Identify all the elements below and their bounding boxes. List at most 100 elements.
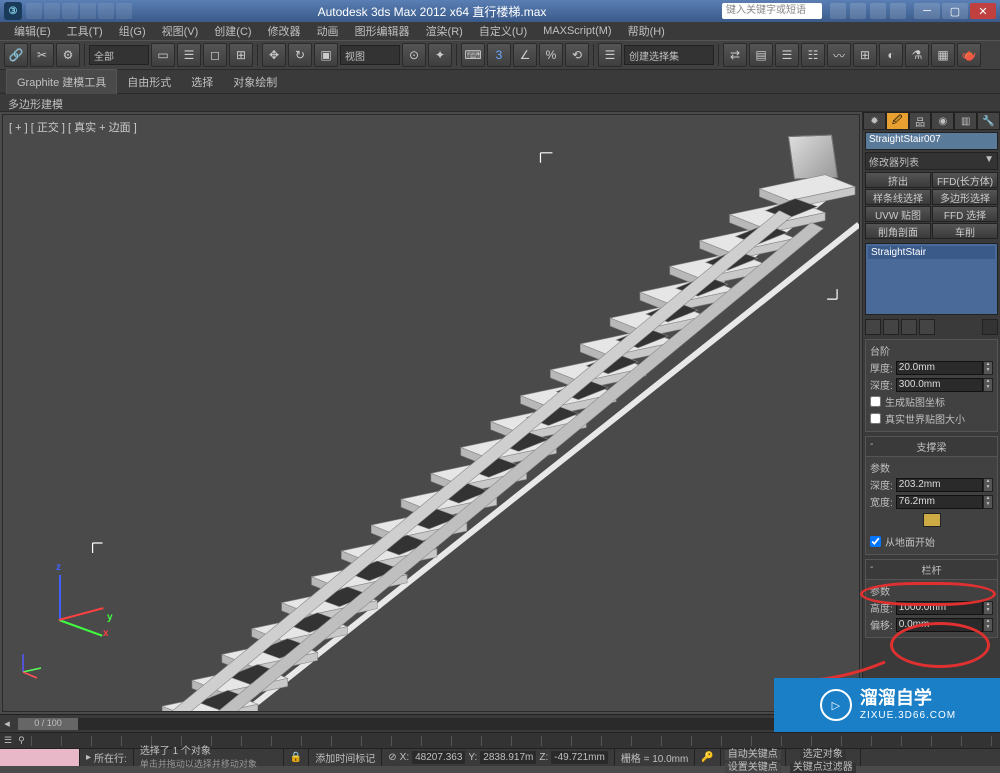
manip-icon[interactable]: ✦ <box>428 43 452 67</box>
minimize-button[interactable]: ─ <box>914 3 940 19</box>
link-icon[interactable]: 🔗 <box>4 43 28 67</box>
menu-animation[interactable]: 动画 <box>309 23 347 39</box>
pin-stack-icon[interactable] <box>865 319 881 335</box>
selectname-icon[interactable]: ☰ <box>177 43 201 67</box>
modifier-list-dropdown[interactable]: 修改器列表▼ <box>865 152 998 170</box>
app-logo[interactable]: ③ <box>4 2 22 20</box>
favorites-icon[interactable] <box>870 3 886 19</box>
menu-edit[interactable]: 编辑(E) <box>6 23 59 39</box>
mod-ffdbox[interactable]: FFD(长方体) <box>932 172 998 188</box>
qat-redo-icon[interactable] <box>98 3 114 19</box>
ribbon-tab-paint[interactable]: 对象绘制 <box>223 70 287 94</box>
spinner-icon[interactable]: ▲▼ <box>983 361 993 375</box>
pctsnap-icon[interactable]: % <box>539 43 563 67</box>
mod-polysel[interactable]: 多边形选择 <box>932 189 998 205</box>
configure-icon[interactable] <box>982 319 998 335</box>
mod-uvwmap[interactable]: UVW 贴图 <box>865 206 931 222</box>
lock-selection-icon[interactable]: 🔒 <box>284 749 309 766</box>
search-input[interactable]: 键入关键字或短语 <box>722 3 822 19</box>
bind-icon[interactable]: ⚙ <box>56 43 80 67</box>
rollout-rail-header[interactable]: 栏杆 <box>866 560 997 580</box>
refcoord-dropdown[interactable]: 视图 <box>340 45 400 65</box>
editnamedsel-icon[interactable]: ☰ <box>598 43 622 67</box>
key-filter[interactable]: 关键点过滤器 <box>790 763 856 773</box>
tab-hierarchy-icon[interactable]: 品 <box>909 112 932 130</box>
coord-x[interactable]: 48207.363 <box>412 751 465 764</box>
mod-ffdsel[interactable]: FFD 选择 <box>932 206 998 222</box>
time-tag-icon[interactable]: 🔑 <box>695 749 720 766</box>
coord-z[interactable]: -49.721mm <box>551 751 608 764</box>
trackbar-toggle-icon[interactable]: ☰ <box>4 735 12 746</box>
isolate-icon[interactable]: ⊘ <box>388 752 396 763</box>
tab-utilities-icon[interactable]: 🔧 <box>977 112 1000 130</box>
beam-depth-input[interactable] <box>896 478 983 492</box>
trackbar-filter-icon[interactable]: ⚲ <box>18 735 25 746</box>
rail-offset-input[interactable] <box>896 618 983 632</box>
menu-create[interactable]: 创建(C) <box>206 23 259 39</box>
menu-grapheditors[interactable]: 图形编辑器 <box>347 23 418 39</box>
unlink-icon[interactable]: ✂ <box>30 43 54 67</box>
maxscript-mini[interactable]: ▸ 所在行: <box>80 749 134 766</box>
qat-save-icon[interactable] <box>62 3 78 19</box>
stack-item-straightstair[interactable]: StraightStair <box>868 246 995 259</box>
ribbon-tab-graphite[interactable]: Graphite 建模工具 <box>6 69 117 94</box>
qat-new-icon[interactable] <box>26 3 42 19</box>
layers-icon[interactable]: ☰ <box>775 43 799 67</box>
mirror-icon[interactable]: ⇄ <box>723 43 747 67</box>
unique-icon[interactable] <box>901 319 917 335</box>
rollout-beam-header[interactable]: 支撑梁 <box>866 437 997 457</box>
viewport[interactable]: [ + ] [ 正交 ] [ 真实 + 边面 ] z y x <box>2 114 860 712</box>
keymode-icon[interactable]: ⌨ <box>461 43 485 67</box>
addtime-tag[interactable]: 添加时间标记 <box>309 749 382 766</box>
select-icon[interactable]: ▭ <box>151 43 175 67</box>
schematic-icon[interactable]: ⊞ <box>853 43 877 67</box>
renderframe-icon[interactable]: ▦ <box>931 43 955 67</box>
menu-render[interactable]: 渲染(R) <box>418 23 471 39</box>
spinnersnap-icon[interactable]: ⟲ <box>565 43 589 67</box>
menu-modifiers[interactable]: 修改器 <box>260 23 309 39</box>
trackbar-ticks[interactable] <box>31 736 996 746</box>
close-button[interactable]: ✕ <box>970 3 996 19</box>
mod-extrude[interactable]: 挤出 <box>865 172 931 188</box>
remove-mod-icon[interactable] <box>919 319 935 335</box>
beam-color-swatch[interactable] <box>923 513 941 527</box>
object-name-field[interactable]: StraightStair007 <box>865 132 998 150</box>
coord-y[interactable]: 2838.917m <box>480 751 536 764</box>
from-ground-checkbox[interactable] <box>870 536 881 547</box>
selectrect-icon[interactable]: ◻ <box>203 43 227 67</box>
matedit-icon[interactable]: ◐ <box>879 43 903 67</box>
realworld-checkbox[interactable] <box>870 413 881 424</box>
menu-help[interactable]: 帮助(H) <box>620 23 673 39</box>
qat-undo-icon[interactable] <box>80 3 96 19</box>
show-end-icon[interactable] <box>883 319 899 335</box>
script-listener[interactable] <box>0 749 80 766</box>
menu-view[interactable]: 视图(V) <box>154 23 207 39</box>
tab-display-icon[interactable]: ▥ <box>954 112 977 130</box>
spinner-icon[interactable]: ▲▼ <box>983 618 993 632</box>
menu-maxscript[interactable]: MAXScript(M) <box>535 25 619 37</box>
selection-filter[interactable]: 全部 <box>89 45 149 65</box>
named-selection-set[interactable]: 创建选择集 <box>624 45 714 65</box>
ribbon-tab-freeform[interactable]: 自由形式 <box>117 70 181 94</box>
menu-group[interactable]: 组(G) <box>111 23 154 39</box>
curveeditor-icon[interactable]: 〰 <box>827 43 851 67</box>
step-depth-input[interactable] <box>896 378 983 392</box>
move-icon[interactable]: ✥ <box>262 43 286 67</box>
tab-motion-icon[interactable]: ◉ <box>931 112 954 130</box>
menu-customize[interactable]: 自定义(U) <box>471 23 535 39</box>
qat-open-icon[interactable] <box>44 3 60 19</box>
mod-splinesel[interactable]: 样条线选择 <box>865 189 931 205</box>
window-crossing-icon[interactable]: ⊞ <box>229 43 253 67</box>
snap-icon[interactable]: 3 <box>487 43 511 67</box>
rail-height-input[interactable] <box>896 601 983 615</box>
tab-modify-icon[interactable]: 🖉 <box>886 112 909 130</box>
angsnap-icon[interactable]: ∠ <box>513 43 537 67</box>
beam-width-input[interactable] <box>896 495 983 509</box>
pivot-icon[interactable]: ⊙ <box>402 43 426 67</box>
spinner-icon[interactable]: ▲▼ <box>983 495 993 509</box>
mod-bevelprofile[interactable]: 削角剖面 <box>865 223 931 239</box>
spinner-icon[interactable]: ▲▼ <box>983 601 993 615</box>
help-icon[interactable] <box>890 3 906 19</box>
scale-icon[interactable]: ▣ <box>314 43 338 67</box>
selected-set[interactable]: 选定对象 <box>800 750 846 760</box>
